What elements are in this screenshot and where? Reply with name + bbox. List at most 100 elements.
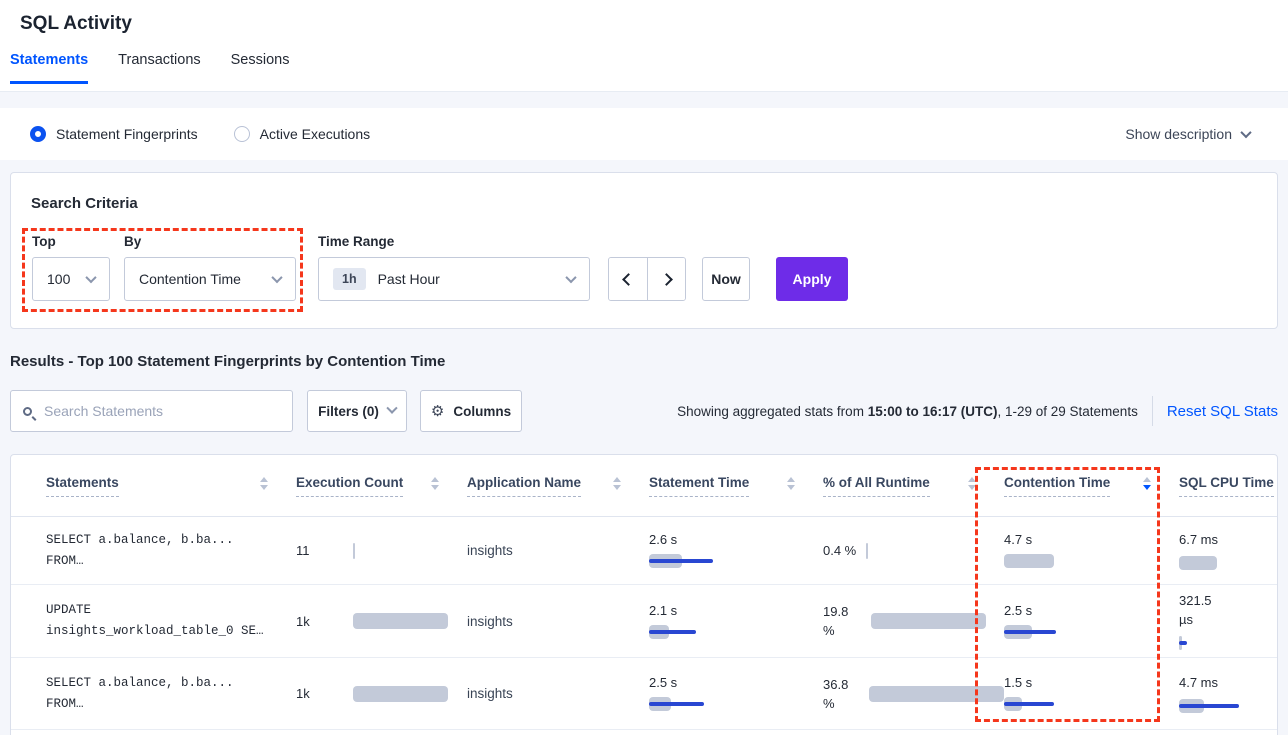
statement-time-line [649, 702, 704, 706]
column-header-statements[interactable]: Statements [46, 475, 296, 497]
table-row[interactable]: SELECT a.balance, b.ba... FROM… 1k insig… [11, 658, 1277, 730]
page-title: SQL Activity [0, 0, 1288, 35]
table-header-row: Statements Execution Count Application N… [11, 455, 1277, 517]
divider [1152, 396, 1153, 426]
contention-time-cell: 4.7 s [1004, 532, 1179, 569]
columns-button[interactable]: ⚙ Columns [420, 390, 522, 432]
application-name-cell: insights [467, 686, 649, 701]
statement-link[interactable]: UPDATE insights_workload_table_0 SE… [46, 600, 296, 642]
top-select[interactable]: 100 [32, 257, 110, 301]
statement-time-line [649, 630, 696, 634]
sort-icon[interactable] [968, 477, 976, 494]
tab-transactions[interactable]: Transactions [118, 52, 200, 84]
search-statements-box[interactable] [10, 390, 293, 432]
by-select-value: Contention Time [139, 271, 241, 287]
apply-button[interactable]: Apply [776, 257, 848, 301]
results-heading: Results - Top 100 Statement Fingerprints… [10, 353, 1288, 370]
chevron-down-icon [85, 272, 96, 283]
now-button[interactable]: Now [702, 257, 750, 301]
pct-runtime-bar [871, 613, 986, 629]
column-header-sql-cpu-time[interactable]: SQL CPU Time [1179, 475, 1278, 497]
show-description-label: Show description [1125, 126, 1232, 142]
time-nav-buttons [608, 257, 686, 301]
pct-runtime-cell: 0.4 % [823, 541, 1004, 560]
radio-statement-fingerprints[interactable]: Statement Fingerprints [30, 126, 198, 142]
statement-time-line [649, 559, 713, 563]
search-statements-input[interactable] [44, 403, 280, 419]
column-header-contention-time[interactable]: Contention Time [1004, 475, 1179, 497]
statement-link[interactable]: SELECT a.balance, b.ba... FROM… [46, 530, 296, 572]
execution-count-bar [353, 613, 448, 629]
by-select[interactable]: Contention Time [124, 257, 296, 301]
tab-sessions[interactable]: Sessions [231, 52, 290, 84]
sort-icon-active-desc[interactable] [1143, 477, 1151, 494]
tab-bar: Statements Transactions Sessions [0, 52, 1288, 84]
by-label: By [124, 234, 296, 249]
reset-sql-stats-link[interactable]: Reset SQL Stats [1167, 403, 1278, 420]
chevron-down-icon [271, 272, 282, 283]
statement-time-cell: 2.6 s [649, 532, 823, 569]
contention-time-bar [1004, 554, 1054, 568]
contention-time-cell: 2.5 s [1004, 603, 1179, 640]
column-header-pct-runtime[interactable]: % of All Runtime [823, 475, 1004, 497]
search-criteria-card: Search Criteria Top 100 By Contention Ti… [10, 172, 1278, 329]
application-name-cell: insights [467, 543, 649, 558]
pct-runtime-bar [866, 543, 868, 559]
table-row[interactable]: UPDATE insights_workload_table_0 SE… 1k … [11, 585, 1277, 658]
chevron-down-icon [1240, 127, 1251, 138]
show-description-toggle[interactable]: Show description [1125, 126, 1250, 142]
statement-link[interactable]: SELECT a.balance, b.ba... FROM… [46, 673, 296, 715]
time-range-select[interactable]: 1h Past Hour [318, 257, 590, 301]
time-prev-button[interactable] [609, 258, 647, 300]
sort-icon[interactable] [613, 477, 621, 494]
top-select-value: 100 [47, 271, 70, 287]
radio-selected-icon[interactable] [30, 126, 46, 142]
sql-cpu-time-cell: 321.5 µs [1179, 591, 1277, 651]
chevron-down-icon [565, 272, 576, 283]
view-radio-group: Statement Fingerprints Active Executions [30, 126, 370, 142]
execution-count-bar [353, 686, 448, 702]
aggregated-stats-text: Showing aggregated stats from 15:00 to 1… [677, 404, 1138, 419]
chevron-down-icon [386, 403, 397, 414]
column-header-application-name[interactable]: Application Name [467, 475, 649, 497]
contention-time-cell: 1.5 s [1004, 675, 1179, 712]
sort-icon[interactable] [787, 477, 795, 494]
tab-statements[interactable]: Statements [10, 52, 88, 84]
statements-table: Statements Execution Count Application N… [10, 454, 1278, 735]
sql-cpu-time-cell: 6.7 ms [1179, 530, 1277, 571]
search-icon [23, 407, 32, 416]
execution-count-bar [353, 543, 355, 559]
radio-active-executions[interactable]: Active Executions [234, 126, 371, 142]
search-criteria-heading: Search Criteria [11, 173, 1277, 212]
execution-count-cell: 1k [296, 686, 467, 702]
table-row[interactable]: SELECT a.balance, b.ba... FROM… 11 insig… [11, 517, 1277, 585]
statement-time-cell: 2.1 s [649, 603, 823, 640]
radio-label: Active Executions [260, 126, 371, 142]
criteria-controls: Top 100 By Contention Time Time Range 1h… [11, 234, 1277, 301]
gear-icon: ⚙ [431, 404, 444, 419]
column-header-statement-time[interactable]: Statement Time [649, 475, 823, 497]
filters-label: Filters (0) [318, 404, 379, 419]
sort-icon[interactable] [431, 477, 439, 494]
sql-cpu-line [1179, 704, 1239, 708]
time-range-value: Past Hour [378, 271, 440, 287]
pct-runtime-cell: 19.8 % [823, 602, 1004, 640]
radio-label: Statement Fingerprints [56, 126, 198, 142]
stats-area: Showing aggregated stats from 15:00 to 1… [677, 396, 1278, 426]
execution-count-cell: 11 [296, 543, 467, 559]
sql-cpu-line [1179, 641, 1187, 645]
filters-button[interactable]: Filters (0) [307, 390, 407, 432]
statement-time-cell: 2.5 s [649, 675, 823, 712]
view-toggle-band: Statement Fingerprints Active Executions… [0, 108, 1288, 160]
top-label: Top [32, 234, 110, 249]
pct-runtime-bar [869, 686, 1004, 702]
sql-cpu-bar [1179, 556, 1217, 570]
pct-runtime-cell: 36.8 % [823, 675, 1004, 713]
chevron-left-icon [622, 273, 635, 286]
time-range-badge: 1h [333, 268, 366, 290]
top-group: Top 100 [32, 234, 110, 301]
time-next-button[interactable] [647, 258, 685, 300]
radio-unselected-icon[interactable] [234, 126, 250, 142]
column-header-execution-count[interactable]: Execution Count [296, 475, 467, 497]
sort-icon[interactable] [260, 477, 268, 494]
